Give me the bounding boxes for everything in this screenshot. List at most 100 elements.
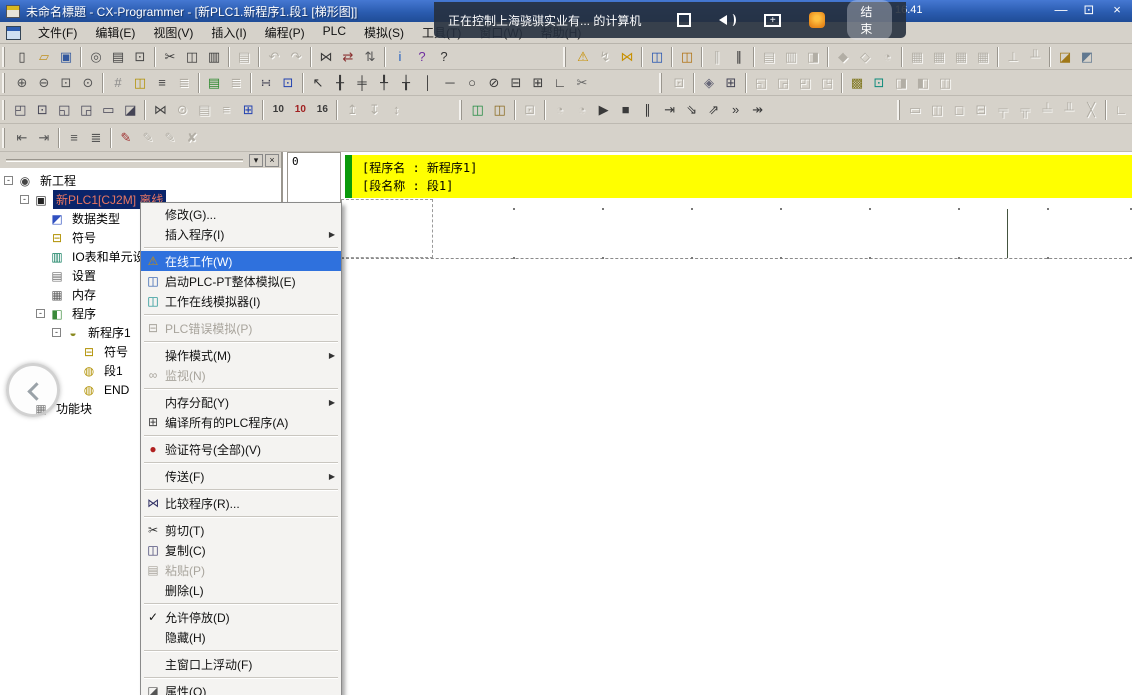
- watch-sheet-button[interactable]: ▩: [846, 72, 868, 94]
- rung-comment-button[interactable]: ▤: [203, 72, 225, 94]
- print-preview-button[interactable]: ⊡: [129, 46, 151, 68]
- menu-delete[interactable]: 删除(L): [141, 580, 341, 600]
- info-button[interactable]: i: [389, 46, 411, 68]
- tree-expand-box[interactable]: -: [52, 328, 61, 337]
- menu-insert-program[interactable]: 插入程序(I)▶: [141, 224, 341, 244]
- toolbar-grip[interactable]: [459, 100, 463, 120]
- indent-increase-button[interactable]: ⇥: [33, 127, 55, 149]
- pause-button[interactable]: ∥: [728, 46, 750, 68]
- symbol-table-button[interactable]: ◫: [129, 72, 151, 94]
- symbol-window-button[interactable]: ◲: [75, 99, 97, 121]
- end-session-button[interactable]: 结束: [847, 0, 892, 40]
- document-find-button[interactable]: ◎: [85, 46, 107, 68]
- tree-expand-box[interactable]: -: [4, 176, 13, 185]
- ladder-view-button[interactable]: ⊡: [277, 72, 299, 94]
- contact-down-button[interactable]: ╁: [395, 72, 417, 94]
- coil-button[interactable]: ○: [461, 72, 483, 94]
- select-tool-button[interactable]: ↖: [307, 72, 329, 94]
- menubar-item-2[interactable]: 编辑(E): [86, 21, 144, 44]
- tree-item[interactable]: -◉新工程: [0, 171, 281, 190]
- print-button[interactable]: ▤: [107, 46, 129, 68]
- instruction-button[interactable]: ⊟: [505, 72, 527, 94]
- vertical-line-button[interactable]: │: [417, 72, 439, 94]
- fullscreen-icon[interactable]: [677, 13, 691, 27]
- radix-decimal-button[interactable]: 10: [267, 99, 289, 121]
- menubar-item-7[interactable]: 模拟(S): [355, 21, 413, 44]
- replace-button[interactable]: ⇄: [337, 46, 359, 68]
- menu-modify[interactable]: 修改(G)...: [141, 204, 341, 224]
- stack-button[interactable]: ◈: [698, 72, 720, 94]
- continuous-step-button[interactable]: »: [725, 99, 747, 121]
- toolbar-grip[interactable]: [659, 73, 665, 93]
- zoom-out-button[interactable]: ⊖: [33, 72, 55, 94]
- address-reference-tool-button[interactable]: ⊞: [237, 99, 259, 121]
- ladder-editor[interactable]: 0 [程序名 : 新程序1] [段名称 : 段1]: [285, 152, 1132, 695]
- mnemonic-view-button[interactable]: ∺: [255, 72, 277, 94]
- online-simulator-button[interactable]: ◫: [646, 46, 668, 68]
- indent-decrease-button[interactable]: ⇤: [11, 127, 33, 149]
- toolbar-grip[interactable]: [2, 128, 8, 148]
- menu-operating-mode[interactable]: 操作模式(M)▶: [141, 345, 341, 365]
- paste-button[interactable]: ▥: [203, 46, 225, 68]
- show-rung-list-button[interactable]: ≡: [63, 127, 85, 149]
- mark-red-button[interactable]: ✎: [115, 127, 137, 149]
- panel-close-button[interactable]: ×: [265, 154, 279, 167]
- sim-run-button[interactable]: ▶: [593, 99, 615, 121]
- menu-properties[interactable]: ◪属性(O): [141, 681, 341, 695]
- sim-pause-button[interactable]: ∥: [637, 99, 659, 121]
- menu-hide[interactable]: 隐藏(H): [141, 627, 341, 647]
- compile-plc-button[interactable]: ⊞: [720, 72, 742, 94]
- cut-button[interactable]: ✂: [159, 46, 181, 68]
- scan-run-button[interactable]: ↠: [747, 99, 769, 121]
- display-plus-icon[interactable]: +: [764, 14, 781, 27]
- radix-hex-button[interactable]: 16: [311, 99, 333, 121]
- menu-compile-all-plc-programs[interactable]: ⊞编译所有的PLC程序(A): [141, 412, 341, 432]
- selected-cell[interactable]: [341, 199, 433, 258]
- simulator-online-button[interactable]: ◫: [467, 99, 489, 121]
- find-reference-button[interactable]: ⋈: [149, 99, 171, 121]
- menubar-item-3[interactable]: 视图(V): [144, 21, 202, 44]
- tree-expand-box[interactable]: -: [36, 309, 45, 318]
- menu-work-online[interactable]: ⚠在线工作(W): [141, 251, 341, 271]
- horizontal-line-button[interactable]: ─: [439, 72, 461, 94]
- zoom-in-button[interactable]: ⊕: [11, 72, 33, 94]
- zoom-fit-button[interactable]: ⊡: [55, 72, 77, 94]
- coil-nc-button[interactable]: ⊘: [483, 72, 505, 94]
- new-button[interactable]: ▯: [11, 46, 33, 68]
- menubar-item-5[interactable]: 编程(P): [256, 21, 314, 44]
- step-run-button[interactable]: ⇥: [659, 99, 681, 121]
- menu-cut[interactable]: ✂剪切(T): [141, 520, 341, 540]
- panel-grip[interactable]: [6, 159, 243, 162]
- sunflower-brand-icon[interactable]: [809, 12, 825, 28]
- fb-instruction-button[interactable]: ⊞: [527, 72, 549, 94]
- help-button[interactable]: ?: [411, 46, 433, 68]
- menu-copy[interactable]: ◫复制(C): [141, 540, 341, 560]
- open-button[interactable]: ▱: [33, 46, 55, 68]
- menu-validate-symbols-all[interactable]: ●验证符号(全部)(V): [141, 439, 341, 459]
- save-button[interactable]: ▣: [55, 46, 77, 68]
- contact-nc-button[interactable]: ╪: [351, 72, 373, 94]
- tree-expand-box[interactable]: -: [20, 195, 29, 204]
- copy-button[interactable]: ◫: [181, 46, 203, 68]
- speaker-icon[interactable]: [719, 14, 736, 26]
- release-password-button[interactable]: ◩: [1076, 46, 1098, 68]
- radix-signed-decimal-button[interactable]: 10: [289, 99, 311, 121]
- contact-no-button[interactable]: ╂: [329, 72, 351, 94]
- close-button[interactable]: ×: [1108, 2, 1126, 18]
- ladder-window-button[interactable]: ⊡: [31, 99, 53, 121]
- menu-work-online-simulator[interactable]: ◫工作在线模拟器(I): [141, 291, 341, 311]
- work-online-button[interactable]: ⚠: [572, 46, 594, 68]
- zoom-100-button[interactable]: ⊙: [77, 72, 99, 94]
- monitor-button[interactable]: ⋈: [616, 46, 638, 68]
- toolbar-grip[interactable]: [2, 73, 8, 93]
- grid-toggle-button[interactable]: #: [107, 72, 129, 94]
- diff-monitor-button[interactable]: ⊡: [868, 72, 890, 94]
- menu-memory-allocation[interactable]: 内存分配(Y)▶: [141, 392, 341, 412]
- output-window-button[interactable]: ≡: [151, 72, 173, 94]
- step-in-button[interactable]: ⇘: [681, 99, 703, 121]
- show-rung-comments-button[interactable]: ≣: [85, 127, 107, 149]
- find-next-button[interactable]: ⇅: [359, 46, 381, 68]
- simulator-connect-button[interactable]: ◫: [489, 99, 511, 121]
- properties-window-button[interactable]: ◪: [119, 99, 141, 121]
- toolbar-grip[interactable]: [2, 100, 6, 120]
